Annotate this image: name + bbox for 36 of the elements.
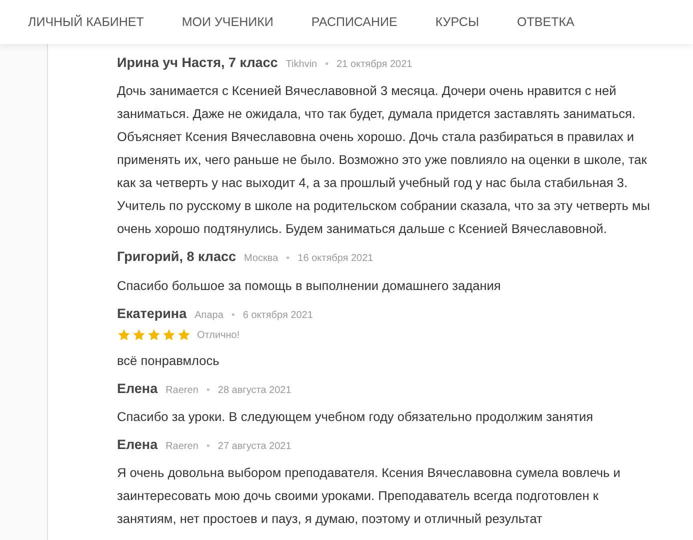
star-icon — [147, 328, 161, 342]
review-city: Москва — [244, 252, 278, 266]
nav-link[interactable]: ЛИЧНЫЙ КАБИНЕТ — [28, 12, 144, 32]
review-city: Апара — [194, 308, 224, 322]
review-city: Raeren — [166, 440, 198, 454]
review-author: Григорий, 8 класс — [117, 248, 236, 266]
nav-link[interactable]: КУРСЫ — [435, 12, 480, 32]
review-author: Елена — [117, 436, 158, 454]
review-text: Я очень довольна выбором преподавателя. Ксения Вячеславовна сумела вовлечь и заинтересовать мою дочь своими уроками. Преподаватель всегда подготовлен к занятиям, нет простоев и пауз, я думаю, поэтому и отличный результат — [117, 464, 622, 528]
review-date: 6 октября 2021 — [242, 308, 313, 322]
separator-dot: • — [231, 308, 235, 322]
review-author: Ирина уч Настя, 7 класс — [117, 54, 278, 72]
nav-link[interactable]: МОИ УЧЕНИКИ — [182, 12, 274, 32]
separator-dot: • — [286, 252, 290, 266]
star-icon — [132, 328, 146, 342]
nav-link[interactable]: РАСПИСАНИЕ — [311, 12, 398, 32]
review-text: Спасибо большое за помощь в выполнении домашнего задания — [117, 276, 502, 294]
review-date: 27 августа 2021 — [218, 440, 292, 454]
star-icon — [177, 328, 191, 342]
review-author: Елена — [117, 380, 158, 398]
review-date: 28 августа 2021 — [218, 384, 292, 398]
nav-link[interactable]: ОТВЕТКА — [517, 12, 574, 32]
review-text: всё понравмлось — [117, 352, 220, 370]
review-text: Дочь занимается с Ксенией Вячеславовной 3 месяца. Дочери очень нравится с ней заниматься. Даже не ожидала, что так будет, думала придется заставлять заниматься. Объясняет Ксения Вячеславовна очень хорошо. Дочь стала разбираться в правилах и применять их, чего раньше не было. Возможно это уже повлияло на оценки в школе, так как за четверть у нас выходит 4, а за прошлый учебный год у нас была стабильная 3. Учитель по русскому в школе на родительском собрании сказала, что за эту четверть мы очень хорошо подтянулись. Будем заниматься дальше с Ксенией Вячеславовной. — [117, 82, 652, 238]
star-icon — [162, 328, 176, 342]
review-city: Raeren — [166, 384, 198, 398]
review-author: Екатерина — [117, 304, 187, 323]
review-date: 16 октября 2021 — [298, 252, 374, 266]
separator-dot: • — [206, 384, 210, 398]
review-city: Tikhvin — [286, 58, 318, 72]
review-text: Спасибо за уроки. В следующем учебном году обязательно продолжим занятия — [117, 408, 594, 426]
star-icon — [117, 328, 131, 342]
rating-label: Отлично! — [197, 328, 240, 343]
separator-dot: • — [206, 440, 210, 454]
separator-dot: • — [325, 58, 329, 72]
review-date: 21 октября 2021 — [336, 58, 412, 72]
